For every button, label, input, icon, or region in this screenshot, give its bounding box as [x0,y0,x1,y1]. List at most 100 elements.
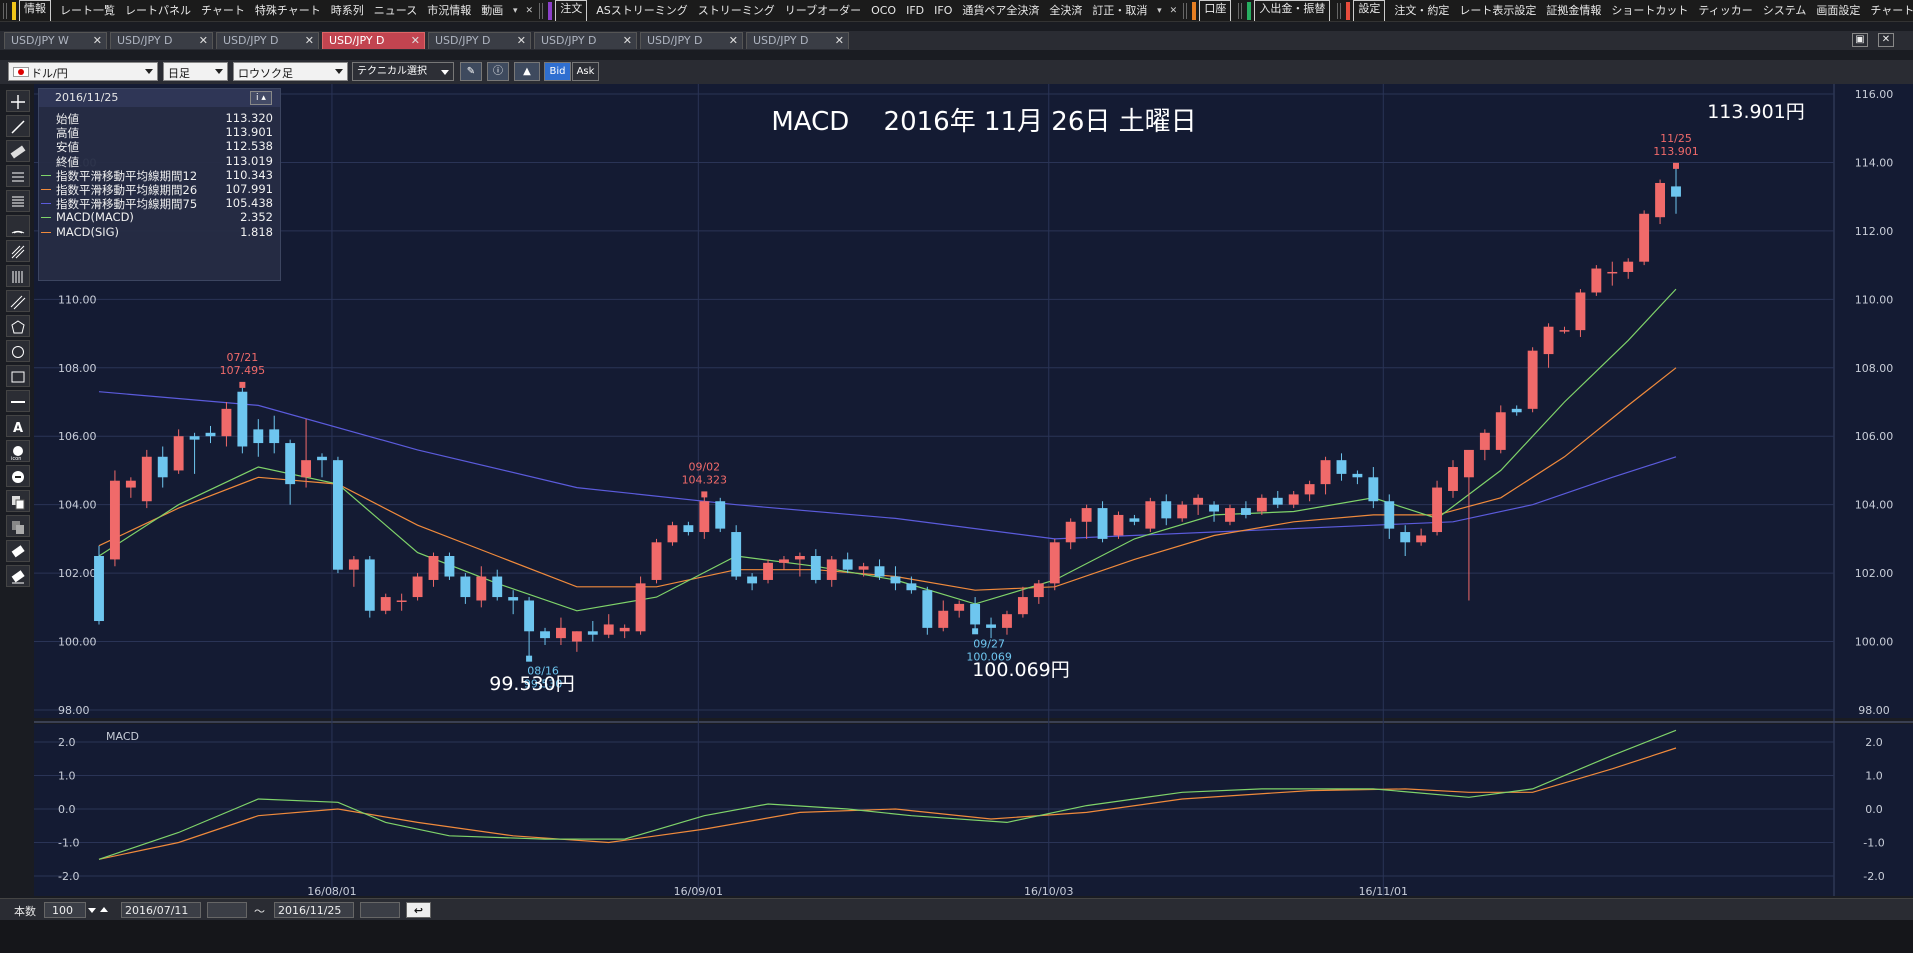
count-up-icon[interactable] [100,907,108,912]
toolbar-grip-icon[interactable] [3,2,9,19]
trendline-icon[interactable] [6,115,30,137]
eraser-icon[interactable] [6,540,30,562]
ruler-icon[interactable] [6,140,30,162]
menu-item-4-8[interactable]: チャート [1865,0,1913,21]
technical-select-button[interactable]: テクニカル選択 [352,62,454,81]
menu-item-4-0[interactable]: 設定 [1353,0,1386,21]
info-row-value: 1.818 [240,224,273,239]
menu-item-4-1[interactable]: 注文・約定 [1389,0,1454,21]
menu-item-1-3[interactable]: リーブオーダー [780,0,866,21]
count-dropdown-icon[interactable] [88,908,96,913]
tab-usdjpy-2[interactable]: USD/JPY D ✕ [216,32,319,49]
menu-item-1-0[interactable]: 注文 [555,0,588,21]
tab-close-icon[interactable]: ✕ [199,34,208,47]
pen-icon[interactable]: ✎ [460,62,482,81]
paste-icon[interactable] [6,515,30,537]
toolbar-grip-icon[interactable] [1337,2,1344,19]
toolbar-grip-icon[interactable] [539,2,546,19]
candle-body [1527,350,1538,409]
menu-item-1-4[interactable]: OCO [866,0,901,21]
menu-close-icon[interactable]: ✕ [522,6,536,16]
menu-item-1-6[interactable]: IFO [929,0,957,21]
tab-usdjpy-0[interactable]: USD/JPY W ✕ [4,32,107,49]
menu-overflow-icon[interactable]: ▾ [508,6,522,16]
from-date-input[interactable]: 2016/07/11 [121,902,201,918]
fibonacci-icon[interactable] [6,190,30,212]
chart-kind-select[interactable]: ロウソク足 [233,62,348,81]
vertical-lines-icon[interactable] [6,265,30,287]
tab-usdjpy-3[interactable]: USD/JPY D ✕ [322,32,425,49]
tab-usdjpy-6[interactable]: USD/JPY D ✕ [640,32,743,49]
menu-item-0-1[interactable]: レート一覧 [55,0,120,21]
return-icon[interactable]: ↩ [406,902,431,918]
chart-area[interactable]: 116.00116.00114.00114.00112.00112.00110.… [34,84,1913,898]
tab-close-icon[interactable]: ✕ [93,34,102,47]
horizontal-lines-icon[interactable] [6,165,30,187]
menu-item-1-5[interactable]: IFD [901,0,929,21]
menu-item-0-2[interactable]: レートパネル [120,0,196,21]
menu-close-icon[interactable]: ✕ [1166,6,1180,16]
from-time-input[interactable] [207,902,247,918]
period-select[interactable]: 日足 [163,62,228,81]
menu-item-0-4[interactable]: 特殊チャート [250,0,326,21]
menu-item-2-0[interactable]: 口座 [1199,0,1232,21]
tab-usdjpy-4[interactable]: USD/JPY D ✕ [428,32,531,49]
tab-close-icon[interactable]: ✕ [729,34,738,47]
menu-item-0-5[interactable]: 時系列 [326,0,369,21]
menu-item-0-8[interactable]: 動画 [476,0,508,21]
currency-pair-select[interactable]: ドル/円 [8,62,158,81]
menu-item-0-6[interactable]: ニュース [369,0,422,21]
menu-item-0-3[interactable]: チャート [196,0,250,21]
menu-item-4-2[interactable]: レート表示設定 [1454,0,1541,21]
text-icon[interactable]: A [6,415,30,437]
tab-close-icon[interactable]: ✕ [835,34,844,47]
menu-item-0-0[interactable]: 情報 [19,0,51,21]
menu-overflow-icon[interactable]: ▾ [1152,6,1166,16]
ask-button[interactable]: Ask [572,62,599,81]
toolbar-grip-icon[interactable] [1238,2,1245,19]
menu-item-1-2[interactable]: ストリーミング [693,0,780,21]
price-tick-label-left: 110.00 [58,293,97,306]
undo-icon[interactable] [6,465,30,487]
menu-item-1-9[interactable]: 訂正・取消 [1087,0,1152,21]
eraser-all-icon[interactable] [6,565,30,587]
circle-icon[interactable] [6,340,30,362]
to-time-input[interactable] [360,902,400,918]
tab-usdjpy-5[interactable]: USD/JPY D ✕ [534,32,637,49]
menu-item-4-7[interactable]: 画面設定 [1811,0,1865,21]
info-toggle-icon[interactable]: i ▴ [250,91,272,105]
fan-icon[interactable] [6,215,30,237]
info-icon[interactable]: ⓘ [487,62,509,81]
menu-item-4-3[interactable]: 証拠金情報 [1541,0,1606,21]
emoji-icon[interactable]: icon [6,440,30,462]
rectangle-icon[interactable] [6,365,30,387]
menu-item-4-4[interactable]: ショートカット [1606,0,1693,21]
tab-close-icon[interactable]: ✕ [305,34,314,47]
area-chart-icon[interactable]: ▲ [514,62,540,81]
horizontal-line-icon[interactable] [6,390,30,412]
channel-icon[interactable] [6,290,30,312]
tab-usdjpy-7[interactable]: USD/JPY D ✕ [746,32,849,49]
bid-button[interactable]: Bid [544,62,571,81]
menu-item-4-5[interactable]: ティッカー [1693,0,1757,21]
copy-icon[interactable] [6,490,30,512]
tab-close-icon[interactable]: ✕ [623,34,632,47]
menu-item-4-6[interactable]: システム [1758,0,1812,21]
close-window-button[interactable]: ✕ [1878,33,1894,47]
price-chart[interactable]: 116.00116.00114.00114.00112.00112.00110.… [34,84,1913,898]
menu-item-1-1[interactable]: ASストリーミング [591,0,693,21]
menu-item-3-0[interactable]: 入出金・振替 [1254,0,1331,21]
tab-close-icon[interactable]: ✕ [411,34,420,47]
menu-item-0-7[interactable]: 市況情報 [422,0,476,21]
pentagon-icon[interactable] [6,315,30,337]
menu-item-1-8[interactable]: 全決済 [1044,0,1087,21]
pitchfork-icon[interactable] [6,240,30,262]
restore-window-button[interactable]: ▣ [1852,33,1868,47]
crosshair-icon[interactable] [6,90,30,112]
menu-item-1-7[interactable]: 通貨ペア全決済 [957,0,1044,21]
tab-close-icon[interactable]: ✕ [517,34,526,47]
to-date-input[interactable]: 2016/11/25 [274,902,354,918]
tab-usdjpy-1[interactable]: USD/JPY D ✕ [110,32,213,49]
toolbar-grip-icon[interactable] [1183,2,1190,19]
count-input[interactable]: 100 [44,902,86,918]
